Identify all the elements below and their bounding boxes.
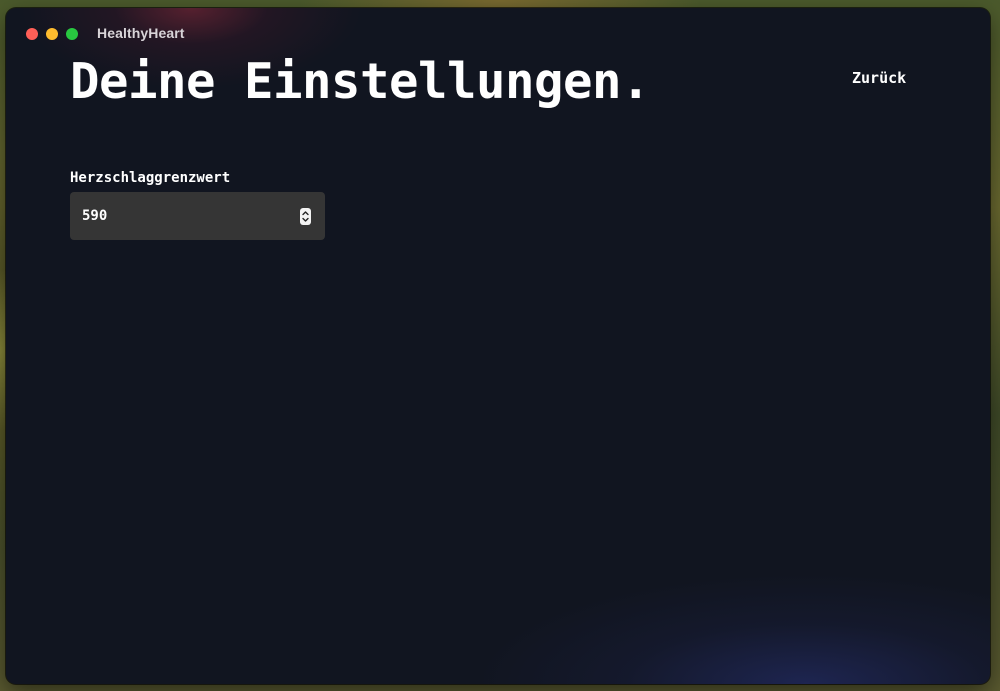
maximize-window-button[interactable]: [66, 28, 78, 40]
page-title: Deine Einstellungen.: [70, 53, 651, 110]
heart-rate-threshold-input[interactable]: [70, 192, 290, 240]
heart-rate-threshold-label: Herzschlaggrenzwert: [70, 170, 231, 186]
close-window-button[interactable]: [26, 28, 38, 40]
app-window: HealthyHeart Deine Einstellungen. Zurück…: [6, 8, 990, 684]
back-button[interactable]: Zurück: [852, 69, 906, 87]
app-title: HealthyHeart: [97, 25, 185, 41]
heart-rate-threshold-field: [70, 192, 325, 240]
minimize-window-button[interactable]: [46, 28, 58, 40]
stepper-icon[interactable]: [300, 208, 311, 225]
